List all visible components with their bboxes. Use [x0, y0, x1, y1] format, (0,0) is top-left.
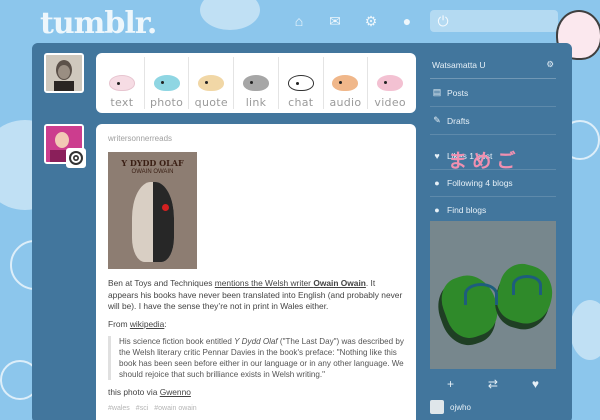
post-type-photo[interactable]: photo — [145, 57, 190, 109]
robot-face-illustration — [132, 182, 174, 262]
heart-icon: ♥ — [434, 151, 440, 161]
person-icon: ● — [434, 178, 440, 188]
post-type-link[interactable]: link — [234, 57, 279, 109]
quote-icon — [198, 75, 225, 91]
home-icon[interactable]: ⌂ — [290, 12, 308, 30]
text-icon — [108, 75, 135, 91]
post-type-quote[interactable]: quote — [189, 57, 235, 109]
blog-menu[interactable]: Watsamatta U ⚙ — [430, 53, 556, 79]
wikipedia-link[interactable]: wikipedia — [130, 319, 164, 329]
sidebar-item-posts[interactable]: ▤ Posts — [430, 79, 556, 107]
chat-icon — [287, 75, 314, 91]
top-navigation: ⌂ ✉ ⚙ ● ⏻ — [290, 12, 452, 30]
user-avatar[interactable] — [44, 53, 84, 93]
mention-link[interactable]: mentions the Welsh writer Owain Owain — [215, 278, 366, 288]
gear-icon[interactable]: ⚙ — [362, 12, 380, 30]
post-type-chat[interactable]: chat — [279, 57, 324, 109]
post-type-text[interactable]: text — [100, 57, 145, 109]
search-input[interactable] — [430, 10, 558, 32]
background-decoration-text: ま め ご — [448, 151, 516, 172]
audio-icon — [332, 75, 359, 91]
book-title: Y DYDD OLAF — [121, 158, 184, 168]
radar-actions: + ⇄ ♥ — [430, 373, 556, 395]
post-type-video[interactable]: video — [368, 57, 412, 109]
tag[interactable]: #wales — [108, 405, 130, 412]
post-author[interactable]: writersonnerreads — [108, 134, 404, 143]
spiral-icon — [69, 151, 83, 165]
photo-icon — [153, 75, 180, 91]
background-bubble — [200, 0, 260, 30]
tumblr-logo[interactable]: tumblr. — [40, 6, 157, 41]
tag[interactable]: #owain owain — [154, 405, 196, 412]
link-icon — [243, 75, 270, 91]
mail-icon[interactable]: ✉ — [326, 12, 344, 30]
background-bubble — [570, 300, 600, 360]
post-type-audio[interactable]: audio — [324, 57, 369, 109]
post-type-bar: text photo quote link chat audio video — [96, 53, 416, 113]
reblog-icon[interactable]: ⇄ — [488, 377, 498, 391]
video-icon — [377, 75, 404, 91]
portrait-image — [46, 55, 82, 91]
flip-flop-strap — [512, 275, 542, 295]
gwenno-link[interactable]: Gwenno — [160, 387, 191, 397]
posts-icon: ▤ — [432, 87, 442, 97]
blog-name: Watsamatta U — [432, 59, 486, 70]
tag[interactable]: #sci — [136, 405, 148, 412]
book-cover-image[interactable]: Y DYDD OLAF OWAIN OWAIN — [108, 152, 197, 269]
post-paragraph: Ben at Toys and Techniques mentions the … — [108, 278, 403, 311]
reblog-avatar[interactable] — [66, 148, 86, 168]
post-blockquote: His science fiction book entitled Y Dydd… — [108, 336, 404, 380]
radar-photo[interactable] — [430, 221, 556, 369]
sidebar-item-find-blogs[interactable]: ● Find blogs — [430, 197, 556, 224]
find-person-icon: ● — [434, 205, 440, 215]
book-author: OWAIN OWAIN — [131, 169, 174, 175]
source-line: From wikipedia: — [108, 318, 167, 329]
radar-blog-avatar[interactable] — [430, 400, 444, 414]
radar-footer: ojwho — [430, 400, 556, 414]
sidebar-item-following[interactable]: ● Following 4 blogs — [430, 170, 556, 197]
sidebar-item-drafts[interactable]: ✎ Drafts — [430, 107, 556, 135]
flip-flop-strap — [464, 283, 498, 305]
post-card: writersonnerreads Y DYDD OLAF OWAIN OWAI… — [96, 124, 416, 420]
radar-blog-name[interactable]: ojwho — [450, 403, 471, 412]
drafts-icon: ✎ — [433, 115, 441, 125]
follow-plus-icon[interactable]: + — [447, 377, 454, 391]
like-heart-icon[interactable]: ♥ — [532, 377, 539, 391]
user-icon[interactable]: ● — [398, 12, 416, 30]
right-sidebar: Watsamatta U ⚙ ▤ Posts ✎ Drafts ♥ Likes … — [430, 53, 556, 224]
post-tags: #wales #sci #owain owain — [108, 405, 404, 412]
settings-gear-icon[interactable]: ⚙ — [546, 59, 554, 70]
photo-credit: this photo via Gwenno — [108, 387, 191, 397]
